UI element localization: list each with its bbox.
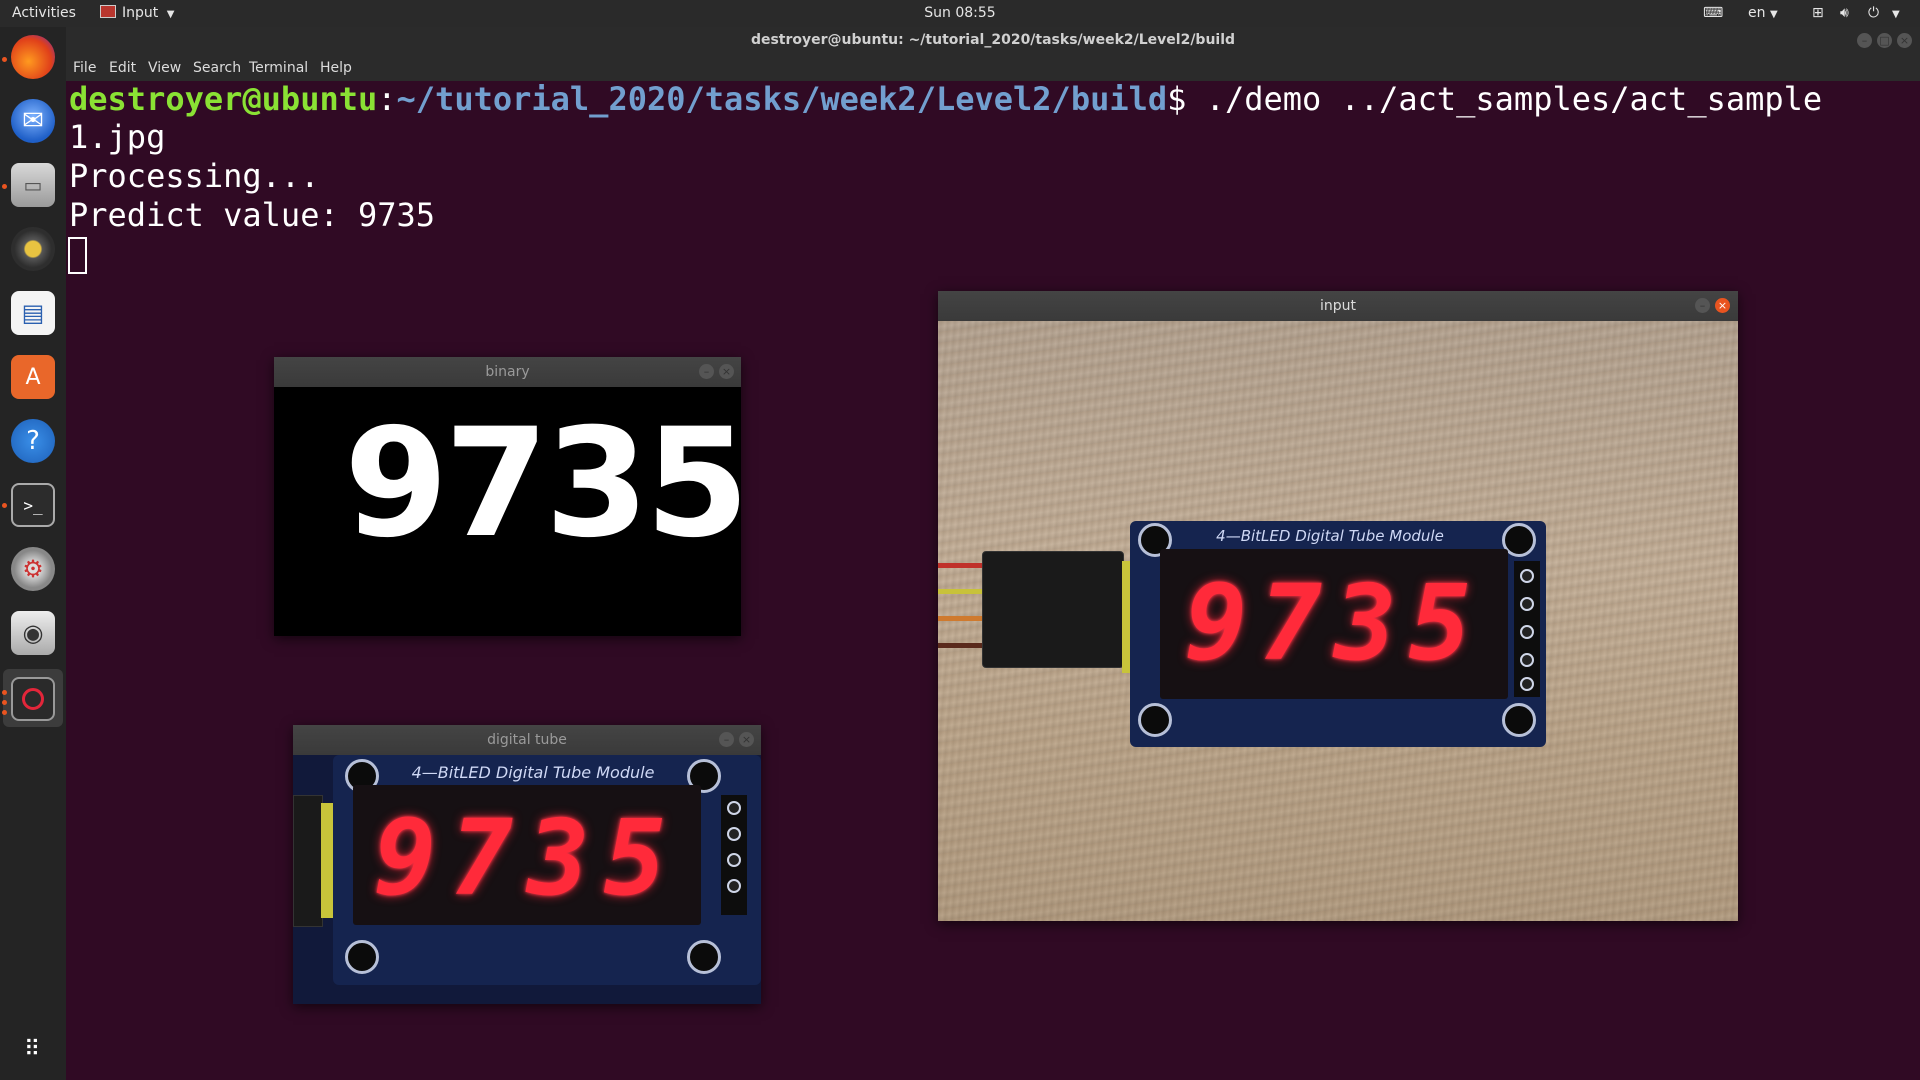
- network-icon[interactable]: ⊞: [1812, 5, 1824, 21]
- menu-file[interactable]: File: [73, 60, 96, 76]
- show-apps-icon[interactable]: ⠿: [11, 1027, 55, 1071]
- pcb-board: 4—BitLED Digital Tube Module 9735: [333, 755, 761, 985]
- close-icon[interactable]: ×: [739, 732, 754, 747]
- terminal-title: destroyer@ubuntu: ~/tutorial_2020/tasks/…: [66, 27, 1920, 54]
- minimize-icon[interactable]: –: [1857, 33, 1872, 48]
- pin: [727, 853, 741, 867]
- pin: [1520, 597, 1534, 611]
- prompt-user: destroyer@ubuntu: [69, 80, 378, 118]
- pin-column: [721, 795, 747, 915]
- binary-image: 9735: [274, 387, 741, 636]
- clock[interactable]: Sun 08:55: [924, 5, 995, 21]
- connector: [293, 795, 323, 927]
- pcb-label: 4—BitLED Digital Tube Module: [1216, 527, 1444, 545]
- terminal-cursor: [68, 237, 87, 274]
- prompt-path: ~/tutorial_2020/tasks/week2/Level2/build: [396, 80, 1168, 118]
- led-display: 9735: [353, 785, 701, 925]
- maximize-icon[interactable]: □: [1877, 33, 1892, 48]
- pin: [727, 827, 741, 841]
- mounting-hole: [1138, 703, 1172, 737]
- led-digits: 9735: [373, 797, 681, 919]
- pin: [1520, 569, 1534, 583]
- input-app-icon[interactable]: [11, 677, 55, 721]
- binary-window[interactable]: binary – × 9735: [274, 357, 741, 636]
- input-window-title[interactable]: input: [938, 291, 1738, 321]
- language-label: en: [1748, 5, 1766, 21]
- menu-help[interactable]: Help: [320, 60, 352, 76]
- writer-icon[interactable]: ▤: [11, 291, 55, 335]
- menu-view[interactable]: View: [148, 60, 181, 76]
- chevron-down-icon[interactable]: ▼: [1892, 5, 1900, 21]
- pin-column: [1514, 561, 1540, 697]
- software-icon[interactable]: A: [11, 355, 55, 399]
- running-indicator: [2, 503, 7, 508]
- chevron-down-icon: ▼: [1769, 9, 1778, 20]
- terminal-line: 1.jpg: [69, 118, 166, 156]
- app-menu-icon: [100, 5, 116, 18]
- digital-tube-window-title[interactable]: digital tube: [293, 725, 761, 755]
- terminal-line-prompt: destroyer@ubuntu:~/tutorial_2020/tasks/w…: [69, 80, 1823, 118]
- pin: [727, 879, 741, 893]
- rhythmbox-icon[interactable]: [11, 227, 55, 271]
- app-menu[interactable]: Input ▼: [100, 5, 174, 21]
- no-entry-icon: [22, 688, 44, 710]
- thunderbird-icon[interactable]: ✉: [11, 99, 55, 143]
- led-digits: 9735: [1184, 562, 1484, 684]
- volume-icon[interactable]: 🔊︎: [1840, 5, 1849, 21]
- pin: [1520, 625, 1534, 639]
- mounting-hole: [687, 940, 721, 974]
- close-icon[interactable]: ×: [719, 364, 734, 379]
- activities-button[interactable]: Activities: [12, 5, 76, 21]
- running-indicator: [2, 184, 7, 189]
- help-icon[interactable]: ?: [11, 419, 55, 463]
- screenshot-icon[interactable]: ◉: [11, 611, 55, 655]
- minimize-icon[interactable]: –: [699, 364, 714, 379]
- running-indicator: [2, 700, 7, 705]
- pcb-board: 4—BitLED Digital Tube Module 9735: [1130, 521, 1546, 747]
- pin: [727, 801, 741, 815]
- mounting-hole: [345, 940, 379, 974]
- running-indicator: [2, 710, 7, 715]
- close-icon[interactable]: ×: [1897, 33, 1912, 48]
- connector: [982, 551, 1124, 668]
- pin: [1520, 677, 1534, 691]
- running-indicator: [2, 57, 7, 62]
- running-indicator: [2, 690, 7, 695]
- minimize-icon[interactable]: –: [1695, 298, 1710, 313]
- binary-digits: 9735: [344, 397, 741, 571]
- menu-edit[interactable]: Edit: [109, 60, 136, 76]
- keyboard-icon[interactable]: ⌨: [1703, 5, 1723, 21]
- power-icon[interactable]: ⏻: [1868, 5, 1879, 21]
- language-indicator[interactable]: en ▼: [1748, 5, 1778, 21]
- dock: ✉ ▭ ▤ A ? >_ ⚙ ◉ ⠿: [0, 27, 66, 1080]
- pin: [1520, 653, 1534, 667]
- mounting-hole: [1502, 703, 1536, 737]
- pcb-label: 4—BitLED Digital Tube Module: [411, 763, 655, 782]
- digital-tube-image: 4—BitLED Digital Tube Module 9735: [293, 755, 761, 1004]
- input-image: 4—BitLED Digital Tube Module 9735: [938, 321, 1738, 921]
- chevron-down-icon: ▼: [166, 9, 175, 20]
- digital-tube-window[interactable]: digital tube – × 4—BitLED Digital Tube M…: [293, 725, 761, 1004]
- minimize-icon[interactable]: –: [719, 732, 734, 747]
- menu-terminal[interactable]: Terminal: [249, 60, 308, 76]
- binary-window-title[interactable]: binary: [274, 357, 741, 387]
- terminal-icon[interactable]: >_: [11, 483, 55, 527]
- menu-search[interactable]: Search: [193, 60, 241, 76]
- app-menu-label: Input: [122, 5, 159, 21]
- input-window[interactable]: input – × 4—BitLED Digital Tube Module 9…: [938, 291, 1738, 921]
- files-icon[interactable]: ▭: [11, 163, 55, 207]
- terminal-line: Predict value: 9735: [69, 196, 436, 234]
- firefox-icon[interactable]: [11, 35, 55, 79]
- led-display: 9735: [1160, 549, 1508, 699]
- top-bar: Activities Input ▼ Sun 08:55 ⌨ en ▼ ⊞ 🔊︎…: [0, 0, 1920, 27]
- settings-icon[interactable]: ⚙: [11, 547, 55, 591]
- close-icon[interactable]: ×: [1715, 298, 1730, 313]
- prompt-command: $ ./demo ../act_samples/act_sample: [1167, 80, 1823, 118]
- terminal-menubar: File Edit View Search Terminal Help: [66, 54, 1920, 81]
- terminal-line: Processing...: [69, 157, 320, 195]
